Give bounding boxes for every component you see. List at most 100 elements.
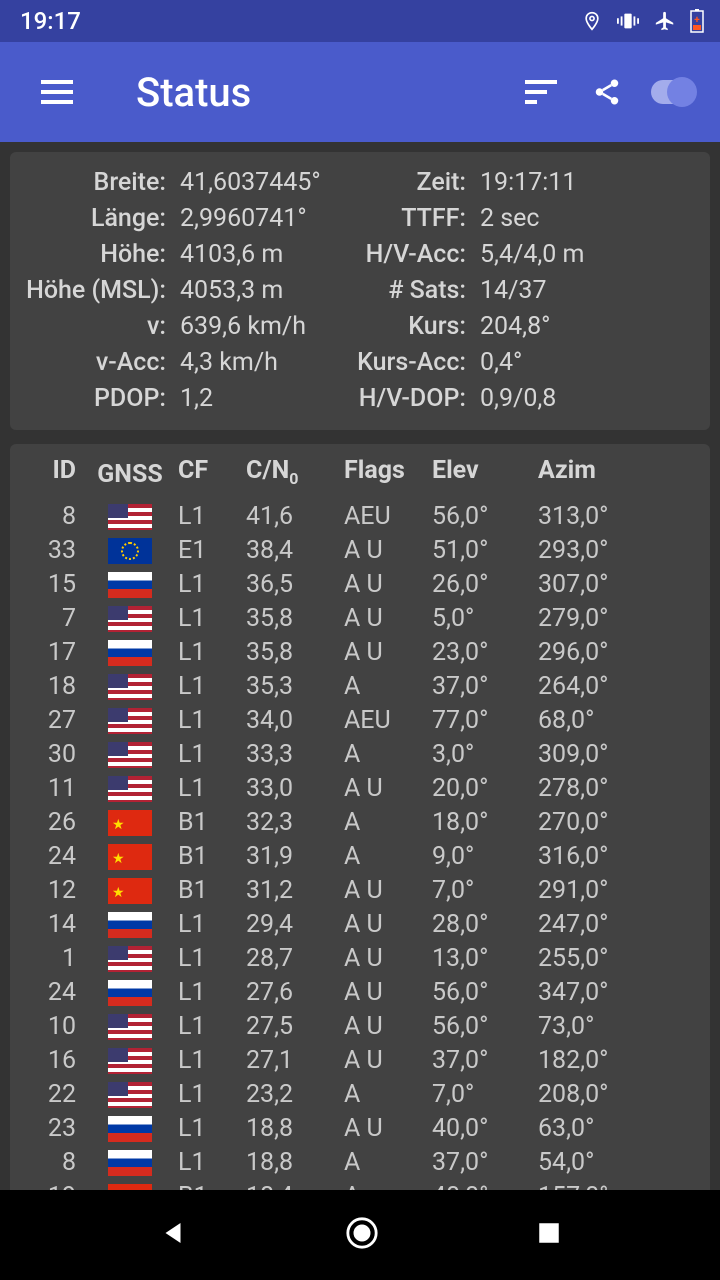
table-row: 33E138,4A U51,0°293,0° <box>16 534 704 568</box>
battery-icon: + <box>690 9 704 33</box>
table-row: 14L129,4A U28,0°247,0° <box>16 908 704 942</box>
hamburger-icon <box>41 80 73 104</box>
page-title: Status <box>136 69 508 116</box>
cell-cf: L1 <box>174 738 242 772</box>
label-ttff: TTFF: <box>340 202 480 236</box>
flag-icon <box>108 1150 152 1176</box>
cell-elev: 3,0° <box>432 738 534 772</box>
cell-cf: L1 <box>174 568 242 602</box>
cell-gnss <box>90 568 170 602</box>
cell-id: 18 <box>24 670 86 704</box>
cell-cf: L1 <box>174 1044 242 1078</box>
cell-id: 12 <box>24 874 86 908</box>
cell-elev: 56,0° <box>432 500 534 534</box>
flag-icon <box>108 640 152 666</box>
cell-cn0: 18,8 <box>246 1146 330 1180</box>
table-row: 15L136,5A U26,0°307,0° <box>16 568 704 602</box>
cell-cf: B1 <box>174 874 242 908</box>
cell-gnss <box>90 1078 170 1112</box>
cell-cn0: 28,7 <box>246 942 330 976</box>
nav-recent-button[interactable] <box>536 1220 562 1250</box>
cell-flags: A U <box>334 636 428 670</box>
table-row: 11L133,0A U20,0°278,0° <box>16 772 704 806</box>
flag-icon <box>108 810 152 836</box>
label-time: Zeit: <box>340 166 480 200</box>
cell-cf: L1 <box>174 772 242 806</box>
cell-azim: 63,0° <box>538 1112 696 1146</box>
cell-gnss <box>90 500 170 534</box>
cell-azim: 255,0° <box>538 942 696 976</box>
share-button[interactable] <box>574 76 640 108</box>
cell-cn0: 35,8 <box>246 602 330 636</box>
app-bar: Status <box>0 42 720 142</box>
menu-button[interactable] <box>24 80 90 104</box>
table-header: ID GNSS CF C/N0 Flags Elev Azim <box>16 454 704 496</box>
flag-icon <box>108 1048 152 1074</box>
cell-azim: 316,0° <box>538 840 696 874</box>
value-time: 19:17:11 <box>480 166 700 200</box>
value-kurs: 204,8° <box>480 310 700 344</box>
table-row: 1L128,7A U13,0°255,0° <box>16 942 704 976</box>
cell-elev: 56,0° <box>432 976 534 1010</box>
table-row: 12B131,2A U7,0°291,0° <box>16 874 704 908</box>
flag-icon <box>108 538 152 564</box>
cell-gnss <box>90 840 170 874</box>
table-body[interactable]: 8L141,6AEU56,0°313,0°33E138,4A U51,0°293… <box>16 500 704 1214</box>
toggle-icon <box>651 80 695 104</box>
cell-elev: 77,0° <box>432 704 534 738</box>
cell-azim: 278,0° <box>538 772 696 806</box>
header-cf: CF <box>174 454 242 496</box>
cell-cf: L1 <box>174 908 242 942</box>
flag-icon <box>108 606 152 632</box>
cell-cn0: 31,2 <box>246 874 330 908</box>
header-elev: Elev <box>432 454 534 496</box>
svg-text:+: + <box>694 15 700 26</box>
cell-gnss <box>90 534 170 568</box>
header-azim: Azim <box>538 454 696 496</box>
cell-flags: A U <box>334 874 428 908</box>
cell-cf: L1 <box>174 942 242 976</box>
cell-flags: A U <box>334 772 428 806</box>
cell-gnss <box>90 1044 170 1078</box>
cell-elev: 7,0° <box>432 874 534 908</box>
nav-back-button[interactable] <box>158 1218 188 1252</box>
table-row: 8L141,6AEU56,0°313,0° <box>16 500 704 534</box>
share-icon <box>592 76 622 108</box>
flag-icon <box>108 946 152 972</box>
cell-id: 10 <box>24 1010 86 1044</box>
nav-home-button[interactable] <box>345 1216 379 1254</box>
label-alt: Höhe: <box>20 238 180 272</box>
cell-cf: L1 <box>174 1146 242 1180</box>
cell-cn0: 18,8 <box>246 1112 330 1146</box>
cell-id: 15 <box>24 568 86 602</box>
table-row: 30L133,3A3,0°309,0° <box>16 738 704 772</box>
android-status-bar: 19:17 + <box>0 0 720 42</box>
value-sats: 14/37 <box>480 274 700 308</box>
cell-azim: 247,0° <box>538 908 696 942</box>
cell-cn0: 27,6 <box>246 976 330 1010</box>
cell-elev: 5,0° <box>432 602 534 636</box>
cell-azim: 279,0° <box>538 602 696 636</box>
toggle-switch[interactable] <box>640 80 706 104</box>
table-row: 8L118,8A37,0°54,0° <box>16 1146 704 1180</box>
cell-id: 22 <box>24 1078 86 1112</box>
cell-id: 16 <box>24 1044 86 1078</box>
cell-flags: AEU <box>334 704 428 738</box>
flag-icon <box>108 1014 152 1040</box>
cell-id: 27 <box>24 704 86 738</box>
value-v: 639,6 km/h <box>180 310 340 344</box>
status-icons: + <box>582 9 704 33</box>
sort-icon <box>525 80 557 104</box>
cell-elev: 26,0° <box>432 568 534 602</box>
cell-elev: 7,0° <box>432 1078 534 1112</box>
label-kurs: Kurs: <box>340 310 480 344</box>
cell-elev: 20,0° <box>432 772 534 806</box>
flag-icon <box>108 708 152 734</box>
sort-button[interactable] <box>508 80 574 104</box>
flag-icon <box>108 1082 152 1108</box>
label-pdop: PDOP: <box>20 382 180 416</box>
cell-elev: 13,0° <box>432 942 534 976</box>
cell-gnss <box>90 806 170 840</box>
cell-gnss <box>90 942 170 976</box>
cell-cf: L1 <box>174 1078 242 1112</box>
